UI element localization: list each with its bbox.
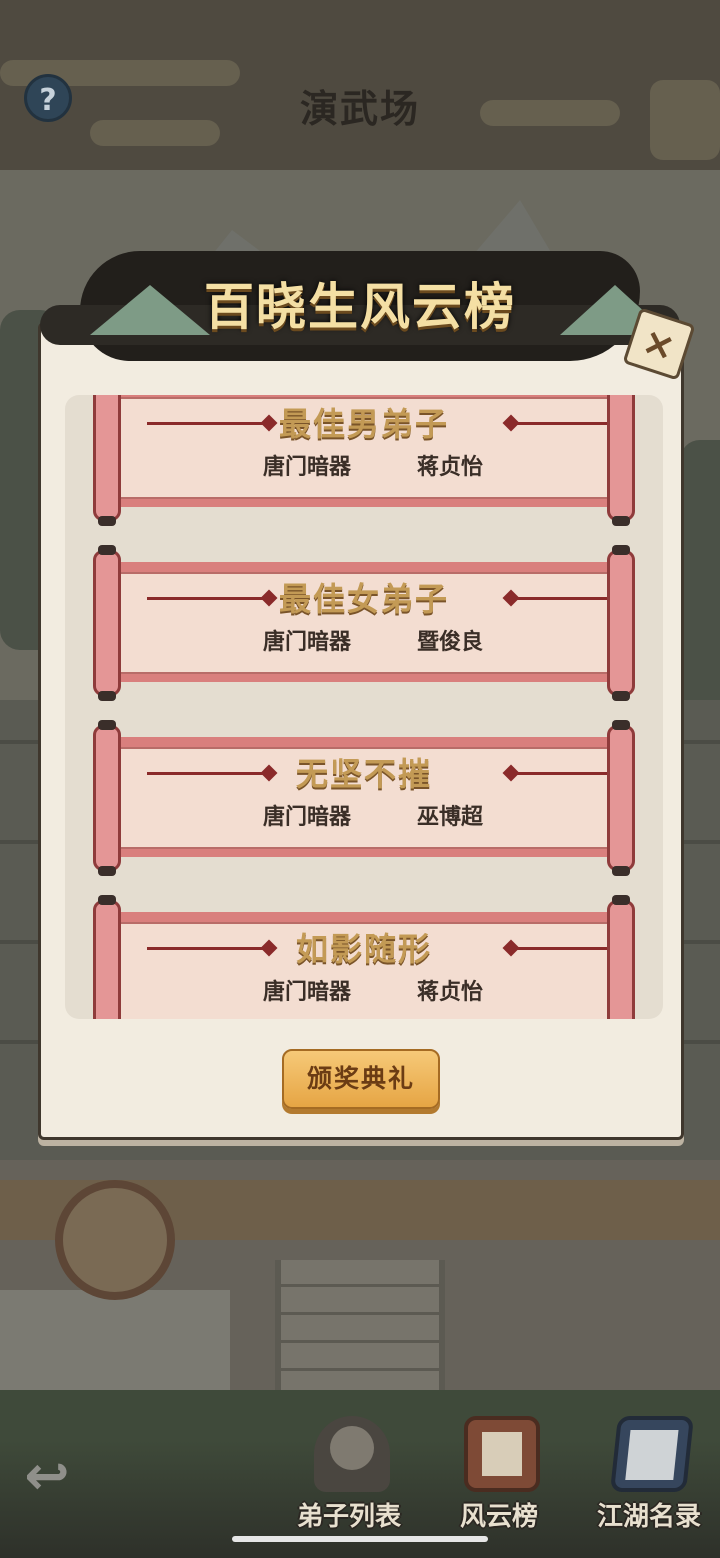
award-scroll: 最佳男弟子 唐门暗器 蒋贞怡 [89, 395, 639, 526]
award-winner: 暨俊良 [416, 630, 483, 655]
award-list[interactable]: 最佳男弟子 唐门暗器 蒋贞怡 最佳女弟子 唐门暗器 暨俊良 无坚不摧 唐门暗器 … [65, 395, 663, 1019]
scroll-rod [607, 545, 635, 701]
award-winner: 蒋贞怡 [416, 980, 483, 1005]
scroll-rod [607, 395, 635, 526]
scroll-paper: 最佳男弟子 唐门暗器 蒋贞怡 [117, 395, 631, 507]
award-scroll: 如影随形 唐门暗器 蒋贞怡 [89, 895, 639, 1019]
drum-stand [0, 1290, 230, 1390]
scroll-rod [93, 720, 121, 876]
award-sect: 唐门暗器 [262, 455, 351, 480]
scroll-rod [93, 395, 121, 526]
award-winner: 巫博超 [416, 805, 483, 830]
stone-steps [275, 1260, 445, 1390]
scroll-rod [93, 895, 121, 1019]
nav-jianghu-directory[interactable]: 江湖名录 [584, 1410, 714, 1540]
scroll-paper: 无坚不摧 唐门暗器 巫博超 [117, 737, 631, 857]
award-title: 无坚不摧 [295, 755, 432, 793]
home-indicator[interactable] [232, 1536, 488, 1542]
modal-title-banner: 百晓生风云榜 [20, 245, 700, 375]
scroll-rod [607, 720, 635, 876]
award-scroll: 最佳女弟子 唐门暗器 暨俊良 [89, 545, 639, 701]
award-title: 最佳男弟子 [278, 405, 449, 443]
ranking-scroll-icon [464, 1416, 540, 1492]
drum [55, 1180, 175, 1300]
page-title: 演武场 [299, 86, 420, 131]
award-scroll: 无坚不摧 唐门暗器 巫博超 [89, 720, 639, 876]
award-title: 如影随形 [295, 930, 432, 968]
ranking-modal: 最佳男弟子 唐门暗器 蒋贞怡 最佳女弟子 唐门暗器 暨俊良 无坚不摧 唐门暗器 … [38, 322, 684, 1140]
back-arrow-icon[interactable]: ↩ [12, 1448, 82, 1504]
scroll-paper: 如影随形 唐门暗器 蒋贞怡 [117, 912, 631, 1019]
nav-label: 弟子列表 [296, 1502, 401, 1532]
scroll-rod [607, 895, 635, 1019]
award-ceremony-button[interactable]: 颁奖典礼 [282, 1049, 440, 1109]
scroll-rod [93, 545, 121, 701]
award-sect: 唐门暗器 [262, 805, 351, 830]
book-icon [610, 1416, 694, 1492]
scroll-paper: 最佳女弟子 唐门暗器 暨俊良 [117, 562, 631, 682]
award-title: 最佳女弟子 [278, 580, 449, 618]
award-sect: 唐门暗器 [262, 630, 351, 655]
disciple-portrait-icon [314, 1416, 390, 1492]
nav-ranking[interactable]: 风云榜 [434, 1410, 564, 1540]
award-sect: 唐门暗器 [262, 980, 351, 1005]
nav-label: 风云榜 [459, 1502, 538, 1532]
nav-label: 江湖名录 [596, 1502, 701, 1532]
modal-title: 百晓生风云榜 [204, 277, 516, 336]
nav-disciple-list[interactable]: 弟子列表 [284, 1410, 414, 1540]
award-winner: 蒋贞怡 [416, 455, 483, 480]
